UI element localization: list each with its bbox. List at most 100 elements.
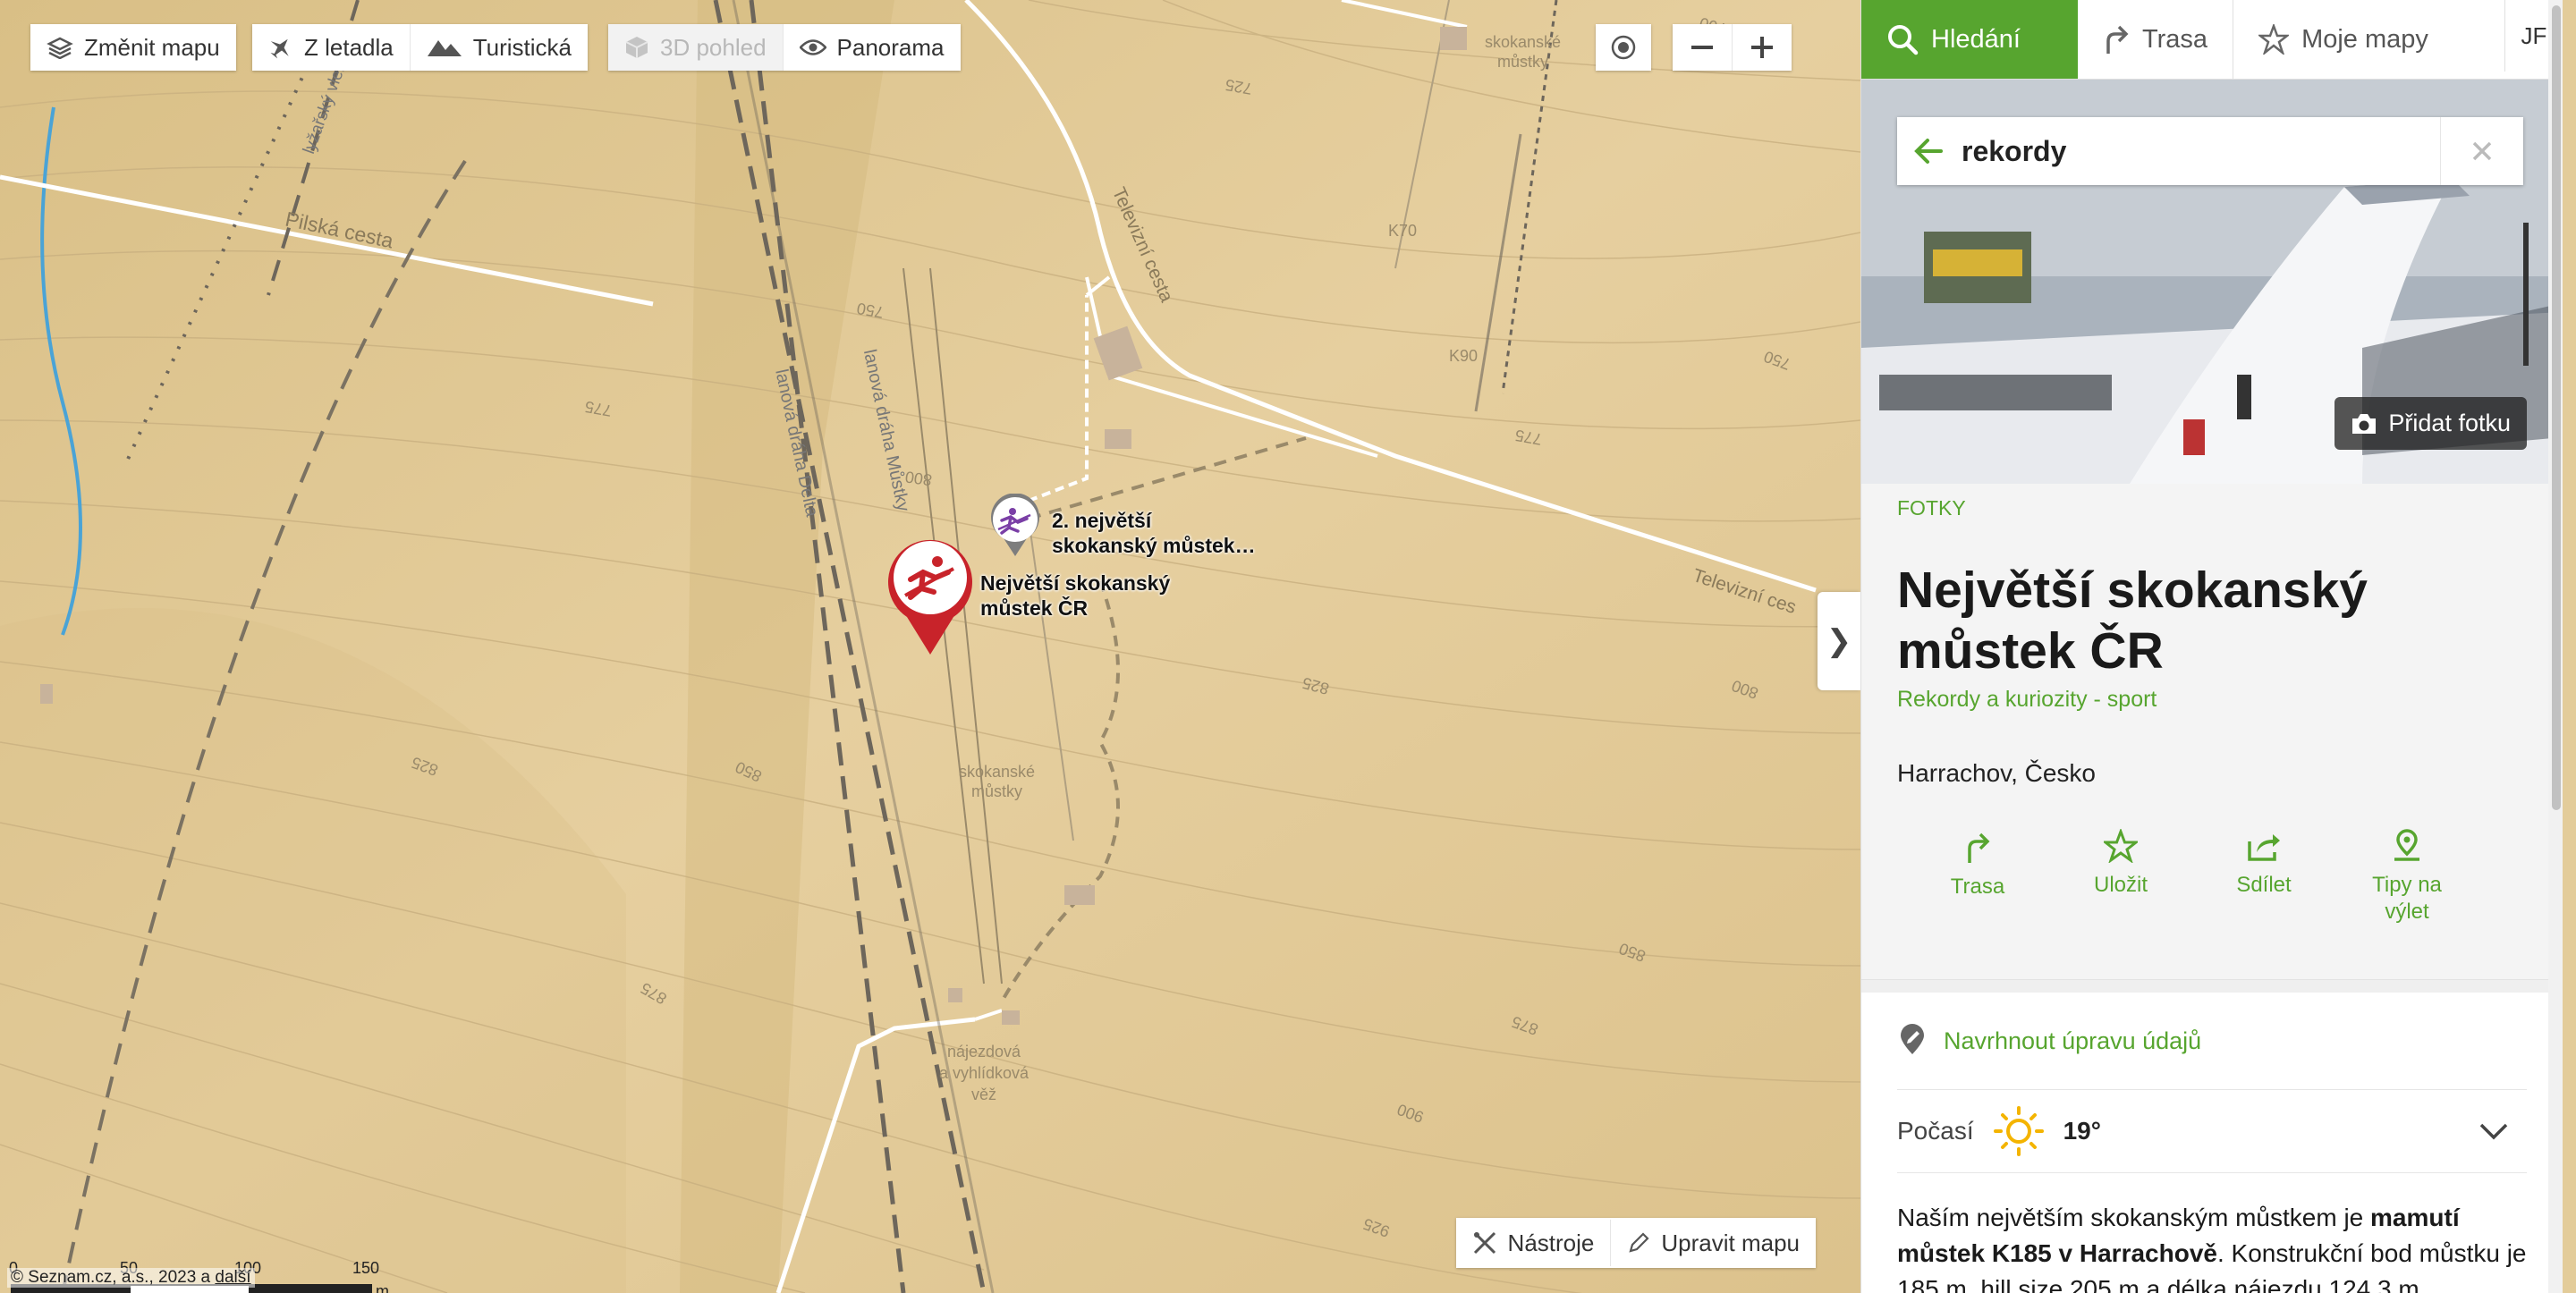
map-type-group: Z letadla Turistická <box>252 24 589 71</box>
save-action-button[interactable]: Uložit <box>2049 829 2192 925</box>
locate-button[interactable] <box>1596 24 1651 71</box>
pencil-icon <box>1629 1232 1649 1253</box>
share-icon <box>2248 834 2280 861</box>
tourist-label: Turistická <box>472 33 572 61</box>
aerial-label: Z letadla <box>304 33 394 61</box>
cube-icon <box>625 37 648 58</box>
change-map-label: Změnit mapu <box>84 33 220 61</box>
panorama-button[interactable]: Panorama <box>782 24 961 71</box>
tab-mymaps[interactable]: Moje mapy <box>2233 0 2453 79</box>
copyright-text: © Seznam.cz, a.s., 2023 a <box>11 1268 216 1287</box>
side-panel: Hledání Trasa Moje mapy JF rekordy Přida… <box>1860 0 2563 1293</box>
layers-icon <box>47 37 73 59</box>
3d-view-label: 3D pohled <box>660 33 767 61</box>
star-icon <box>2258 24 2290 55</box>
add-photo-button[interactable]: Přidat fotku <box>2334 397 2527 450</box>
trip-tips-action-label: Tipy na výlet <box>2372 873 2442 924</box>
place-title: Největší skokanský můstek ČR <box>1897 562 2368 680</box>
arrow-left-icon <box>1914 139 1943 164</box>
eye-icon <box>799 39 826 55</box>
zoom-out-button[interactable] <box>1673 24 1732 71</box>
zoom-in-button[interactable] <box>1732 24 1792 71</box>
copyright-link[interactable]: další <box>215 1268 250 1287</box>
change-map-button[interactable]: Změnit mapu <box>30 24 236 71</box>
route-action-button[interactable]: Trasa <box>1906 829 2049 925</box>
star-icon <box>2104 829 2138 863</box>
search-icon <box>1888 25 1919 55</box>
place-location: Harrachov, Česko <box>1897 759 2097 787</box>
plane-icon <box>270 38 289 59</box>
label-k70: K70 <box>1388 222 1418 240</box>
scale-unit: m <box>376 1282 389 1293</box>
area-label-tower: nájezdová a vyhlídková věž <box>939 1043 1030 1103</box>
poi-label-main[interactable]: Největší skokanský můstek ČR <box>980 570 1170 621</box>
view-group: 3D pohled Panorama <box>608 24 961 71</box>
sun-icon <box>1993 1106 2044 1156</box>
tab-search[interactable]: Hledání <box>1861 0 2078 79</box>
panel-tabs: Hledání Trasa Moje mapy JF <box>1861 0 2563 80</box>
poi-label-second[interactable]: 2. největší skokanský můstek… <box>1052 508 1256 558</box>
contour-label: 800 <box>903 468 934 489</box>
add-photo-label: Přidat fotku <box>2388 410 2511 436</box>
share-action-button[interactable]: Sdílet <box>2192 829 2335 925</box>
map-canvas[interactable]: Pilská cesta Televizní cesta Televizní c… <box>0 0 1860 1293</box>
location-pin-icon <box>2394 829 2419 861</box>
edit-map-button[interactable]: Upravit mapu <box>1610 1220 1816 1266</box>
place-header: FOTKY Největší skokanský můstek ČR Rekor… <box>1861 475 2563 979</box>
zoom-group <box>1673 24 1792 71</box>
edit-pin-icon <box>1901 1024 1924 1054</box>
tourist-button[interactable]: Turistická <box>409 24 588 71</box>
back-button[interactable] <box>1897 138 1960 165</box>
mountains-icon <box>427 40 462 56</box>
weather-temperature: 19° <box>2063 1117 2101 1145</box>
change-map-group: Změnit mapu <box>30 24 236 71</box>
tab-route-label: Trasa <box>2142 24 2208 54</box>
section-divider <box>1861 979 2563 993</box>
place-details: Navrhnout úpravu údajů Počasí 19° Naším … <box>1861 993 2563 1293</box>
route-action-label: Trasa <box>1950 875 2005 899</box>
ski-jump-icon <box>888 539 972 655</box>
minus-icon <box>1691 46 1713 49</box>
route-icon <box>1968 832 1990 863</box>
tools-icon <box>1473 1231 1496 1255</box>
aerial-button[interactable]: Z letadla <box>252 24 410 71</box>
trip-tips-action-button[interactable]: Tipy na výlet <box>2335 829 2479 925</box>
ski-jump-icon <box>991 493 1039 556</box>
label-k90: K90 <box>1449 347 1479 365</box>
weather-label: Počasí <box>1897 1117 1974 1145</box>
share-action-label: Sdílet <box>2236 873 2292 897</box>
tab-route[interactable]: Trasa <box>2078 0 2234 79</box>
search-input[interactable] <box>1960 133 2440 169</box>
description-text-1: Naším největším skokanským můstkem je <box>1897 1204 2371 1231</box>
place-category[interactable]: Rekordy a kuriozity - sport <box>1897 687 2527 713</box>
tab-mymaps-label: Moje mapy <box>2301 24 2428 54</box>
tools-button[interactable]: Nástroje <box>1456 1220 1611 1266</box>
target-icon <box>1611 35 1636 60</box>
place-description: Naším největším skokanským můstkem je ma… <box>1897 1200 2527 1293</box>
save-action-label: Uložit <box>2093 873 2148 897</box>
collapse-panel-button[interactable]: ❯ <box>1818 592 1860 690</box>
plus-icon <box>1751 37 1773 58</box>
area-label-mustky-1: skokanské můstky <box>1485 33 1562 71</box>
poi-marker-second[interactable] <box>989 493 1041 558</box>
panorama-label: Panorama <box>836 33 945 61</box>
tools-label: Nástroje <box>1507 1229 1595 1256</box>
clear-search-button[interactable] <box>2440 117 2523 185</box>
close-icon <box>2472 141 2492 161</box>
search-box <box>1897 117 2523 185</box>
poi-marker-main[interactable] <box>887 535 973 656</box>
action-row: Trasa Uložit Sdílet Tipy na výlet <box>1897 829 2527 925</box>
scale-tick-150: 150 <box>352 1259 380 1277</box>
area-label-mustky-2: skokanské můstky <box>959 763 1036 800</box>
route-icon <box>2106 25 2129 54</box>
weather-row[interactable]: Počasí 19° <box>1897 1090 2527 1173</box>
suggest-edit-label: Navrhnout úpravu údajů <box>1944 1027 2202 1054</box>
3d-view-button[interactable]: 3D pohled <box>608 24 783 71</box>
edit-map-label: Upravit mapu <box>1661 1229 1800 1256</box>
chevron-down-icon <box>2479 1123 2508 1140</box>
panel-scrollbar[interactable] <box>2548 0 2563 1293</box>
place-photo[interactable]: Přidat fotku <box>1861 80 2563 484</box>
scrollbar-thumb[interactable] <box>2552 5 2561 810</box>
suggest-edit-link[interactable]: Navrhnout úpravu údajů <box>1897 993 2527 1090</box>
camera-icon <box>2352 413 2377 434</box>
